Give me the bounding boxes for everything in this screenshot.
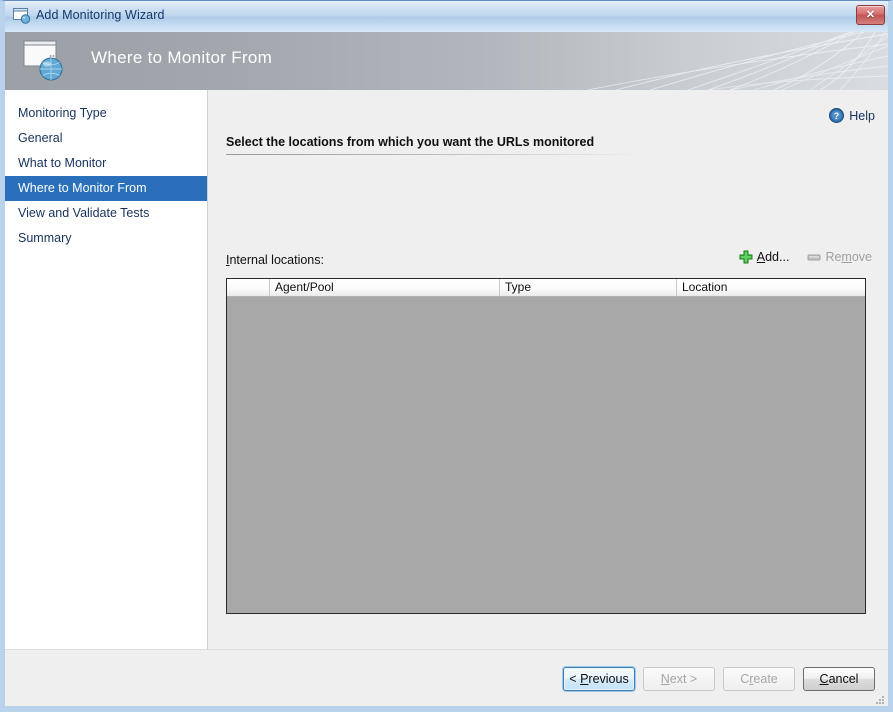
grid-header-row: Agent/Pool Type Location [227,279,865,297]
wizard-content-pane: ? Help Select the locations from which y… [208,90,888,649]
sidebar-item-what-to-monitor[interactable]: What to Monitor [5,151,207,176]
grid-header-selector[interactable] [227,279,270,296]
sidebar-item-summary[interactable]: Summary [5,226,207,251]
help-label: Help [849,108,875,123]
grid-body-empty[interactable] [227,297,865,613]
wizard-window-globe-icon [13,8,31,24]
cancel-button-label: Cancel [819,672,859,686]
sidebar-item-label: Monitoring Type [18,106,107,120]
internal-locations-label: Internal locations: [226,253,324,267]
remove-button-label: Remove [825,250,872,264]
locations-grid[interactable]: Agent/Pool Type Location [226,278,866,614]
wizard-step-sidebar: Monitoring Type General What to Monitor … [5,90,208,649]
window-title: Add Monitoring Wizard [36,8,165,22]
heading-divider [226,154,646,155]
remove-button[interactable]: Remove [807,250,872,264]
sidebar-item-general[interactable]: General [5,126,207,151]
remove-pill-icon [807,254,821,261]
sidebar-item-view-and-validate-tests[interactable]: View and Validate Tests [5,201,207,226]
title-bar: Add Monitoring Wizard ✕ [5,1,888,33]
grid-header-location[interactable]: Location [677,279,865,296]
page-title: Select the locations from which you want… [226,135,595,149]
sidebar-item-where-to-monitor-from[interactable]: Where to Monitor From [5,176,207,201]
grid-header-agent-pool[interactable]: Agent/Pool [270,279,500,296]
sidebar-item-label: What to Monitor [18,156,107,170]
green-plus-icon [739,250,753,264]
internal-locations-rest: nternal locations: [229,253,324,267]
create-button-label: Create [740,672,778,686]
grid-header-type[interactable]: Type [500,279,677,296]
sidebar-item-label: Summary [18,231,72,245]
banner-mesh-decoration [587,32,888,90]
wizard-footer: < Previous Next > Create Cancel [5,649,888,706]
previous-button[interactable]: < Previous [563,667,635,691]
wizard-window: Add Monitoring Wizard ✕ Where to Monitor… [0,0,893,712]
sidebar-item-label: Where to Monitor From [18,181,147,195]
svg-text:?: ? [834,111,840,121]
sidebar-item-label: View and Validate Tests [18,206,150,220]
create-button[interactable]: Create [723,667,795,691]
help-question-icon: ? [829,108,845,123]
monitor-globe-icon [23,40,63,81]
help-link[interactable]: ? Help [829,108,875,123]
footer-button-group: < Previous Next > Create Cancel [563,667,875,691]
previous-button-label: < Previous [569,672,629,686]
sidebar-item-label: General [18,131,63,145]
close-icon[interactable]: ✕ [856,5,885,25]
next-button-label: Next > [660,672,698,686]
resize-grip-icon[interactable] [873,693,885,705]
cancel-button[interactable]: Cancel [803,667,875,691]
wizard-banner: Where to Monitor From [5,32,888,90]
add-button[interactable]: Add... [739,250,790,264]
add-button-label: Add... [756,250,790,264]
locations-toolbar: Add... Remove [739,250,872,264]
sidebar-item-monitoring-type[interactable]: Monitoring Type [5,101,207,126]
next-button[interactable]: Next > [643,667,715,691]
banner-title: Where to Monitor From [91,48,273,67]
